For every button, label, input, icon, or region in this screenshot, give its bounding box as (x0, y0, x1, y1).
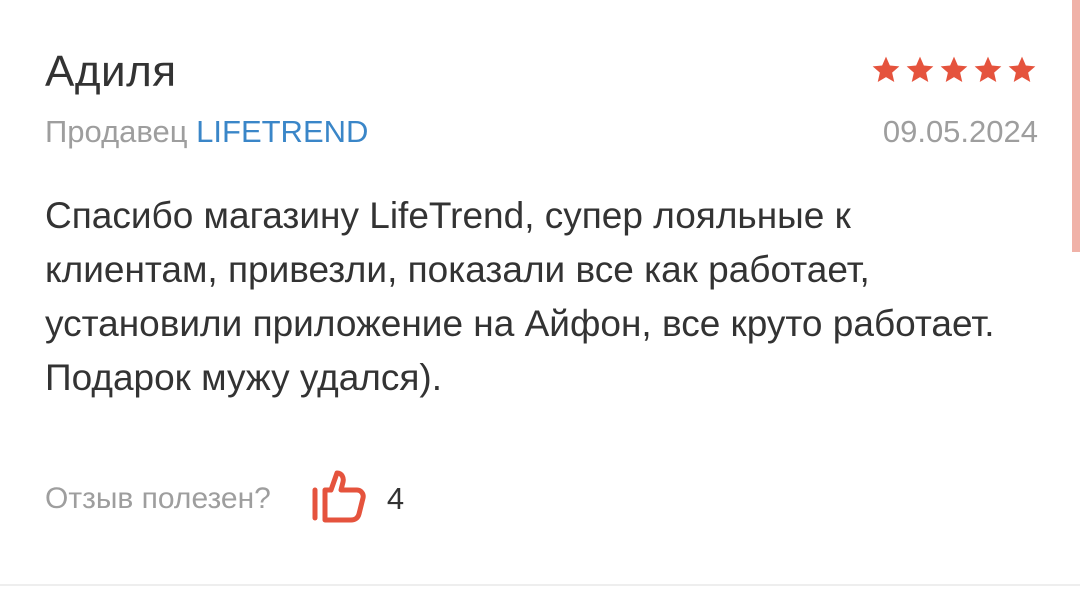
scrollbar[interactable] (1072, 0, 1080, 252)
star-icon (1006, 54, 1038, 86)
seller-link[interactable]: LIFETREND (196, 114, 368, 149)
helpful-section: Отзыв полезен? 4 (45, 468, 404, 529)
divider (0, 584, 1080, 586)
star-icon (972, 54, 1004, 86)
rating-stars (870, 54, 1038, 86)
review-text: Спасибо магазину LifeTrend, супер лояльн… (45, 195, 995, 398)
review-date: 09.05.2024 (882, 114, 1038, 149)
thumbs-up-icon (309, 468, 369, 529)
seller-prefix: Продавец (45, 114, 188, 149)
star-icon (938, 54, 970, 86)
review-card: Адиля Продавец LIFETREND 09.05.2024 Спас… (0, 0, 1080, 591)
helpful-label: Отзыв полезен? (45, 481, 271, 515)
like-button[interactable]: 4 (309, 468, 404, 529)
seller-line: Продавец LIFETREND (45, 112, 368, 152)
review-author: Адиля (45, 47, 177, 96)
star-icon (870, 54, 902, 86)
like-count: 4 (386, 480, 405, 516)
star-icon (904, 54, 936, 86)
